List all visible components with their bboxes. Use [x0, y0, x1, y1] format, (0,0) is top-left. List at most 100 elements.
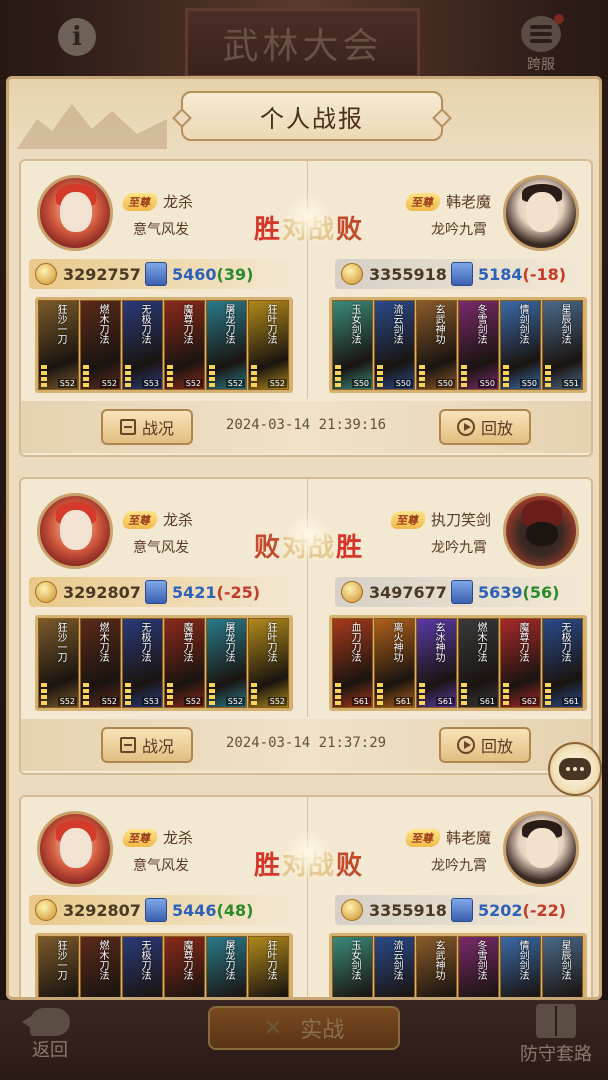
hero-card[interactable]: 玄冰神功 S61 — [416, 618, 457, 708]
hero-card[interactable]: 玉女剑法 S50 — [332, 300, 373, 390]
right-player-server: 龙吟九霄 — [431, 540, 487, 556]
hero-card[interactable]: 无极刀法 S53 — [122, 300, 163, 390]
hero-name: 屠龙刀法 — [223, 940, 234, 980]
left-player-avatar[interactable] — [37, 811, 113, 887]
right-player-name: 韩老魔 — [445, 193, 491, 211]
hero-level: S50 — [435, 379, 455, 388]
star-rating-icon — [41, 683, 47, 705]
replay-button[interactable]: 回放 — [439, 409, 531, 445]
hero-card[interactable]: 魔尊刀法 — [164, 936, 205, 997]
right-power: 3497677 — [369, 582, 447, 602]
hero-card[interactable]: 屠龙刀法 S52 — [206, 300, 247, 390]
hero-card[interactable]: 屠龙刀法 S52 — [206, 618, 247, 708]
hero-level: S61 — [435, 697, 455, 706]
hero-name: 星辰剑法 — [559, 940, 570, 980]
panel-header: 个人战报 — [9, 79, 599, 151]
right-player-stats: 3355918 5184(-18) — [335, 259, 587, 289]
hero-card[interactable]: 魔尊刀法 S52 — [164, 300, 205, 390]
points-icon — [145, 262, 167, 286]
hero-name: 魔尊刀法 — [517, 622, 528, 662]
divider — [307, 797, 308, 997]
left-player-avatar[interactable] — [37, 493, 113, 569]
right-player-avatar[interactable] — [503, 811, 579, 887]
right-player-name: 韩老魔 — [445, 829, 491, 847]
hero-card[interactable]: 流云剑法 S50 — [374, 300, 415, 390]
hero-card[interactable]: 流云剑法 — [374, 936, 415, 997]
right-points: 5184(-18) — [478, 264, 567, 284]
hero-card[interactable]: 狂沙一刀 S52 — [38, 300, 79, 390]
points-icon — [145, 580, 167, 604]
hero-name: 冬雪剑法 — [475, 940, 486, 980]
hero-card[interactable]: 情剑剑法 — [500, 936, 541, 997]
star-rating-icon — [503, 683, 509, 705]
defense-routine-button[interactable]: 防守套路 — [508, 1004, 604, 1076]
hero-card[interactable]: 冬雪剑法 — [458, 936, 499, 997]
power-icon — [35, 899, 57, 921]
right-player-avatar[interactable] — [503, 493, 579, 569]
left-player-stats: 3292807 5421(-25) — [29, 577, 299, 607]
replay-button[interactable]: 回放 — [439, 727, 531, 763]
practice-button[interactable]: ✕ 实战 — [208, 1006, 400, 1050]
hero-card[interactable]: 无极刀法 — [122, 936, 163, 997]
hero-card[interactable]: 玄武神功 S50 — [416, 300, 457, 390]
power-icon — [341, 899, 363, 921]
hero-name: 狂沙一刀 — [55, 622, 66, 662]
rank-badge: 至尊 — [389, 510, 427, 529]
cross-server-button[interactable]: 跨服 — [516, 14, 566, 76]
right-player-server: 龙吟九霄 — [431, 222, 487, 238]
right-player-name-row: 至尊 韩老魔 — [404, 191, 491, 212]
hero-card[interactable]: 狂叶刀法 S52 — [248, 300, 289, 390]
hero-level: S52 — [225, 379, 245, 388]
card-footer: 战况 2024-03-14 21:39:16 回放 — [21, 401, 591, 453]
hero-name: 燃木刀法 — [97, 622, 108, 662]
hero-card[interactable]: 离火神功 S61 — [374, 618, 415, 708]
rank-badge: 至尊 — [121, 828, 159, 847]
hero-card[interactable]: 无极刀法 S61 — [542, 618, 583, 708]
hero-card[interactable]: 玄武神功 — [416, 936, 457, 997]
hero-card[interactable]: 燃木刀法 S52 — [80, 618, 121, 708]
right-player-stats: 3497677 5639(56) — [335, 577, 587, 607]
hero-name: 情剑剑法 — [517, 940, 528, 980]
hero-card[interactable]: 狂沙一刀 S52 — [38, 618, 79, 708]
right-hero-lineup: 玉女剑法 流云剑法 玄武神功 冬雪剑法 情剑剑法 星辰剑法 — [329, 933, 587, 997]
top-bar: i 武林大会 跨服 — [0, 0, 608, 80]
cross-server-label: 跨服 — [527, 57, 555, 73]
right-points: 5202(-22) — [478, 900, 567, 920]
hero-level: S52 — [267, 697, 287, 706]
hero-card[interactable]: 燃木刀法 S52 — [80, 300, 121, 390]
hero-card[interactable]: 魔尊刀法 S62 — [500, 618, 541, 708]
hero-name: 燃木刀法 — [97, 940, 108, 980]
hero-card[interactable]: 狂叶刀法 — [248, 936, 289, 997]
hero-card[interactable]: 血刀刀法 S61 — [332, 618, 373, 708]
hero-card[interactable]: 星辰剑法 — [542, 936, 583, 997]
hero-card[interactable]: 玉女剑法 — [332, 936, 373, 997]
right-player-avatar[interactable] — [503, 175, 579, 251]
star-rating-icon — [83, 683, 89, 705]
hero-level: S52 — [99, 379, 119, 388]
hero-card[interactable]: 冬雪剑法 S50 — [458, 300, 499, 390]
hero-card[interactable]: 无极刀法 S53 — [122, 618, 163, 708]
practice-label: 实战 — [300, 1018, 345, 1043]
chat-button[interactable] — [548, 742, 602, 796]
left-power: 3292807 — [63, 900, 141, 920]
info-icon[interactable]: i — [58, 18, 96, 56]
left-player-name-row: 至尊 龙杀 — [121, 191, 193, 212]
hero-card[interactable]: 星辰剑法 S51 — [542, 300, 583, 390]
left-player-server: 意气风发 — [133, 222, 189, 238]
hero-card[interactable]: 燃木刀法 S61 — [458, 618, 499, 708]
hero-level: S52 — [267, 379, 287, 388]
battle-result: 胜 对战 败 — [241, 193, 375, 255]
hero-card[interactable]: 情剑剑法 S50 — [500, 300, 541, 390]
hero-card[interactable]: 魔尊刀法 S52 — [164, 618, 205, 708]
left-player-stats: 3292807 5446(48) — [29, 895, 299, 925]
page-title: 武林大会 — [185, 8, 420, 78]
hero-card[interactable]: 屠龙刀法 — [206, 936, 247, 997]
star-rating-icon — [125, 365, 131, 387]
left-player-avatar[interactable] — [37, 175, 113, 251]
back-button[interactable]: 返回 — [20, 1008, 80, 1068]
card-footer: 战况 2024-03-14 21:37:29 回放 — [21, 719, 591, 771]
hero-card[interactable]: 狂沙一刀 — [38, 936, 79, 997]
hero-name: 狂叶刀法 — [265, 622, 276, 662]
hero-card[interactable]: 燃木刀法 — [80, 936, 121, 997]
hero-card[interactable]: 狂叶刀法 S52 — [248, 618, 289, 708]
